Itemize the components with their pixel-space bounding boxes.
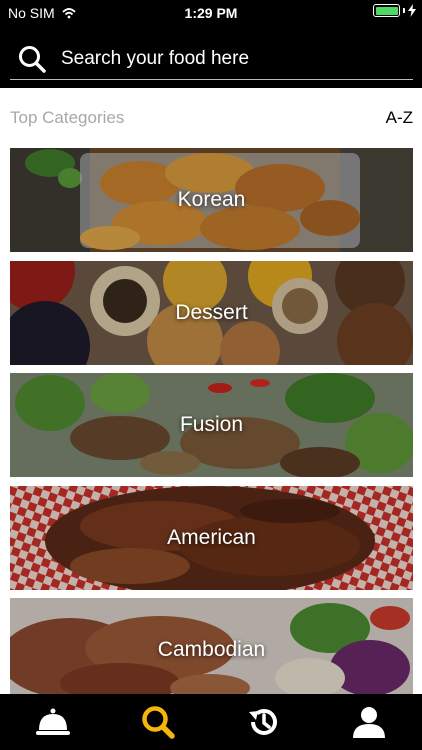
search-icon[interactable] bbox=[17, 44, 47, 74]
battery-icon bbox=[373, 4, 400, 17]
status-bar: No SIM 1:29 PM bbox=[0, 0, 422, 26]
search-input[interactable] bbox=[61, 47, 381, 70]
category-card-american[interactable]: American bbox=[10, 485, 413, 590]
category-label: Fusion bbox=[179, 413, 244, 436]
cloche-icon bbox=[35, 708, 70, 735]
category-label: Korean bbox=[177, 188, 246, 211]
sort-az-button[interactable]: A-Z bbox=[386, 108, 413, 128]
search-icon bbox=[142, 706, 175, 739]
search-field[interactable] bbox=[10, 38, 413, 80]
category-card-fusion[interactable]: Fusion bbox=[10, 373, 413, 477]
bolt-icon bbox=[408, 4, 416, 17]
category-label: American bbox=[167, 525, 256, 549]
search-tab[interactable] bbox=[128, 697, 188, 747]
status-right bbox=[373, 4, 416, 17]
category-label: Cambodian bbox=[157, 638, 266, 661]
category-card-korean[interactable]: Korean bbox=[10, 148, 413, 252]
profile-tab[interactable] bbox=[339, 697, 399, 747]
clock: 1:29 PM bbox=[184, 5, 238, 21]
user-icon bbox=[353, 707, 386, 738]
category-list: Korean Dessert Fusion American Cambodian bbox=[10, 148, 413, 711]
battery-tip bbox=[403, 8, 405, 13]
section-header: Top Categories A-Z bbox=[10, 105, 413, 131]
search-header bbox=[0, 26, 422, 88]
history-tab[interactable] bbox=[234, 697, 294, 747]
history-icon bbox=[248, 709, 277, 735]
restaurant-tab[interactable] bbox=[23, 697, 83, 747]
category-card-cambodian[interactable]: Cambodian bbox=[10, 598, 413, 702]
category-card-dessert[interactable]: Dessert bbox=[10, 260, 413, 365]
tab-bar bbox=[0, 694, 422, 750]
section-title: Top Categories bbox=[10, 108, 125, 127]
category-label: Dessert bbox=[175, 300, 248, 324]
